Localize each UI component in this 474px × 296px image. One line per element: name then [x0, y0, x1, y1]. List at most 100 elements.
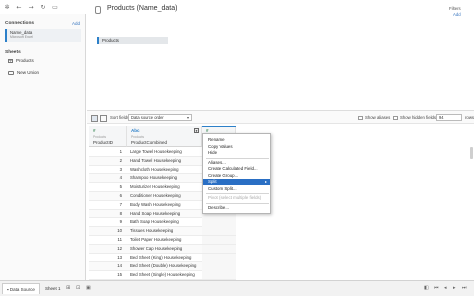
main-toolbar: ✲ ← → ↻ ▭ — [0, 0, 88, 14]
cell-productcombined: Conditioner Housekeeping — [130, 192, 181, 198]
cell-productcombined: Moisturizer Housekeeping — [130, 184, 180, 190]
menu-item-create-group[interactable]: Create Group... — [203, 173, 270, 179]
cursor-icon: ▸ — [264, 179, 267, 184]
tab-sheet-1[interactable]: Sheet 1 — [41, 283, 65, 294]
cell-productcombined: Shampoo Housekeeping — [130, 175, 178, 181]
union-icon — [8, 70, 14, 75]
cell-new-column — [202, 218, 236, 227]
cell-productcombined: Bed Sheet (King) Housekeeping — [130, 254, 192, 260]
cell-productcombined: Bed Sheet (Single) Housekeeping — [130, 272, 195, 278]
show-hidden-checkbox[interactable] — [393, 115, 398, 120]
cell-productcombined: Shower Cap Housekeeping — [130, 245, 183, 251]
new-story-icon[interactable]: ▣ — [86, 285, 91, 291]
column-source: Products — [131, 135, 145, 139]
number-type-icon[interactable]: # — [93, 128, 96, 133]
bottom-tab-bar: ▪ Data Source Sheet 1 ⊞ ⊡ ▣ ◧ ⏮ ◂ ▸ ⏭ — [0, 280, 474, 296]
grid-view-button[interactable] — [91, 114, 98, 122]
menu-separator — [206, 157, 269, 158]
column-header-productcombined[interactable]: Abc Products ProductCombined ▾ — [127, 126, 202, 147]
table-row[interactable]: 11 Toilet Paper Housekeeping — [89, 235, 236, 245]
cell-productid: 9 — [119, 219, 122, 225]
menu-item-rename[interactable]: Rename — [203, 137, 270, 143]
sheet-item-products[interactable]: Products — [8, 58, 34, 63]
menu-item-hide[interactable]: Hide — [203, 150, 270, 156]
save-icon[interactable]: ▭ — [51, 4, 59, 11]
table-pill-products[interactable]: Products — [97, 37, 168, 44]
sort-fields-label: Sort fields — [110, 115, 130, 120]
sort-fields-select[interactable]: Data source order ▾ — [128, 114, 192, 121]
cell-productid: 10 — [117, 228, 122, 234]
cell-productcombined: Hand Soap Housekeeping — [130, 210, 181, 216]
connections-heading: Connections — [5, 21, 35, 26]
add-filter-link[interactable]: Add — [453, 12, 461, 17]
last-page-icon[interactable]: ⏭ — [462, 285, 467, 291]
menu-item-describe[interactable]: Describe... — [203, 205, 270, 211]
vertical-scrollbar[interactable] — [470, 147, 473, 159]
grid-toolbar: Sort fields Data source order ▾ Show ali… — [87, 110, 474, 124]
cell-productcombined: Hand Towel Housekeeping — [130, 157, 182, 163]
new-union-item[interactable]: New Union — [8, 70, 39, 75]
table-row[interactable]: 12 Shower Cap Housekeeping — [89, 244, 236, 254]
string-type-icon[interactable]: Abc — [131, 128, 140, 133]
table-row[interactable]: 14 Bed Sheet (Double) Housekeeping — [89, 262, 236, 272]
table-row[interactable]: 13 Bed Sheet (King) Housekeeping — [89, 253, 236, 263]
cell-productid: 14 — [117, 263, 122, 269]
logo-icon[interactable]: ✲ — [3, 4, 11, 11]
show-aliases-label: Show aliases — [365, 115, 391, 120]
cell-productid: 1 — [119, 149, 122, 154]
column-name: ProductCombined — [131, 139, 168, 145]
refresh-icon[interactable]: ↻ — [39, 4, 47, 11]
first-page-icon[interactable]: ⏮ — [434, 285, 439, 291]
menu-item-create-calculated-field[interactable]: Create Calculated Field... — [203, 166, 270, 172]
back-icon[interactable]: ← — [15, 4, 23, 11]
menu-item-split[interactable]: Split ▸ — [203, 179, 270, 186]
cell-productid: 7 — [119, 201, 122, 207]
cell-productid: 6 — [119, 192, 122, 198]
menu-separator — [206, 202, 269, 203]
metadata-view-button[interactable] — [100, 114, 107, 122]
cell-productcombined: Toilet Paper Housekeeping — [130, 236, 182, 242]
menu-item-split-label: Split — [208, 179, 217, 184]
cell-productid: 15 — [117, 272, 122, 278]
cell-productid: 3 — [119, 166, 122, 172]
column-source: Products — [93, 135, 107, 139]
table-row[interactable]: 15 Bed Sheet (Single) Housekeeping — [89, 271, 236, 280]
column-header-productid[interactable]: # Products ProductID — [89, 126, 127, 147]
column-menu-button[interactable]: ▾ — [194, 128, 199, 133]
prev-page-icon[interactable]: ◂ — [444, 285, 447, 291]
next-page-icon[interactable]: ▸ — [453, 285, 456, 291]
connection-item[interactable]: Name_data Microsoft Excel — [5, 29, 81, 42]
tab-data-source-label: Data Source — [9, 287, 35, 292]
presentation-mode-icon[interactable]: ◧ — [424, 285, 429, 291]
menu-item-aliases[interactable]: Aliases... — [203, 160, 270, 166]
table-row[interactable]: 9 Bath Soap Housekeeping — [89, 218, 236, 228]
show-aliases-checkbox[interactable] — [358, 115, 363, 120]
cell-new-column — [202, 235, 236, 245]
menu-item-copy-values[interactable]: Copy Values — [203, 144, 270, 150]
forward-icon[interactable]: → — [27, 4, 35, 11]
cell-new-column — [202, 253, 236, 262]
cell-productid: 12 — [117, 245, 122, 251]
table-row[interactable]: 10 Tissues Housekeeping — [89, 227, 236, 236]
page-title[interactable]: Products (Name_data) — [107, 5, 177, 12]
new-dashboard-icon[interactable]: ⊡ — [76, 285, 80, 291]
cell-productcombined: Bath Soap Housekeeping — [130, 219, 179, 225]
datasource-icon — [95, 6, 101, 14]
column-name: ProductID — [93, 139, 114, 145]
column-highlight — [202, 126, 236, 128]
tab-data-source[interactable]: ▪ Data Source — [2, 283, 40, 294]
filters-label: Filters — [449, 6, 461, 11]
rows-count-input[interactable]: 94 — [436, 114, 462, 121]
sort-fields-value: Data source order — [131, 115, 164, 120]
new-worksheet-icon[interactable]: ⊞ — [66, 285, 70, 291]
cell-new-column — [202, 271, 236, 280]
add-connection-link[interactable]: Add — [72, 21, 80, 26]
connection-type: Microsoft Excel — [10, 35, 33, 40]
menu-separator — [206, 193, 269, 194]
cell-productcombined: Tissues Housekeeping — [130, 228, 174, 234]
menu-item-pivot: Pivot (select multiple fields) — [208, 195, 262, 200]
chevron-down-icon: ▾ — [186, 115, 189, 120]
cell-productid: 8 — [119, 210, 122, 216]
cell-productid: 11 — [117, 236, 122, 242]
menu-item-custom-split[interactable]: Custom Split... — [203, 186, 270, 192]
